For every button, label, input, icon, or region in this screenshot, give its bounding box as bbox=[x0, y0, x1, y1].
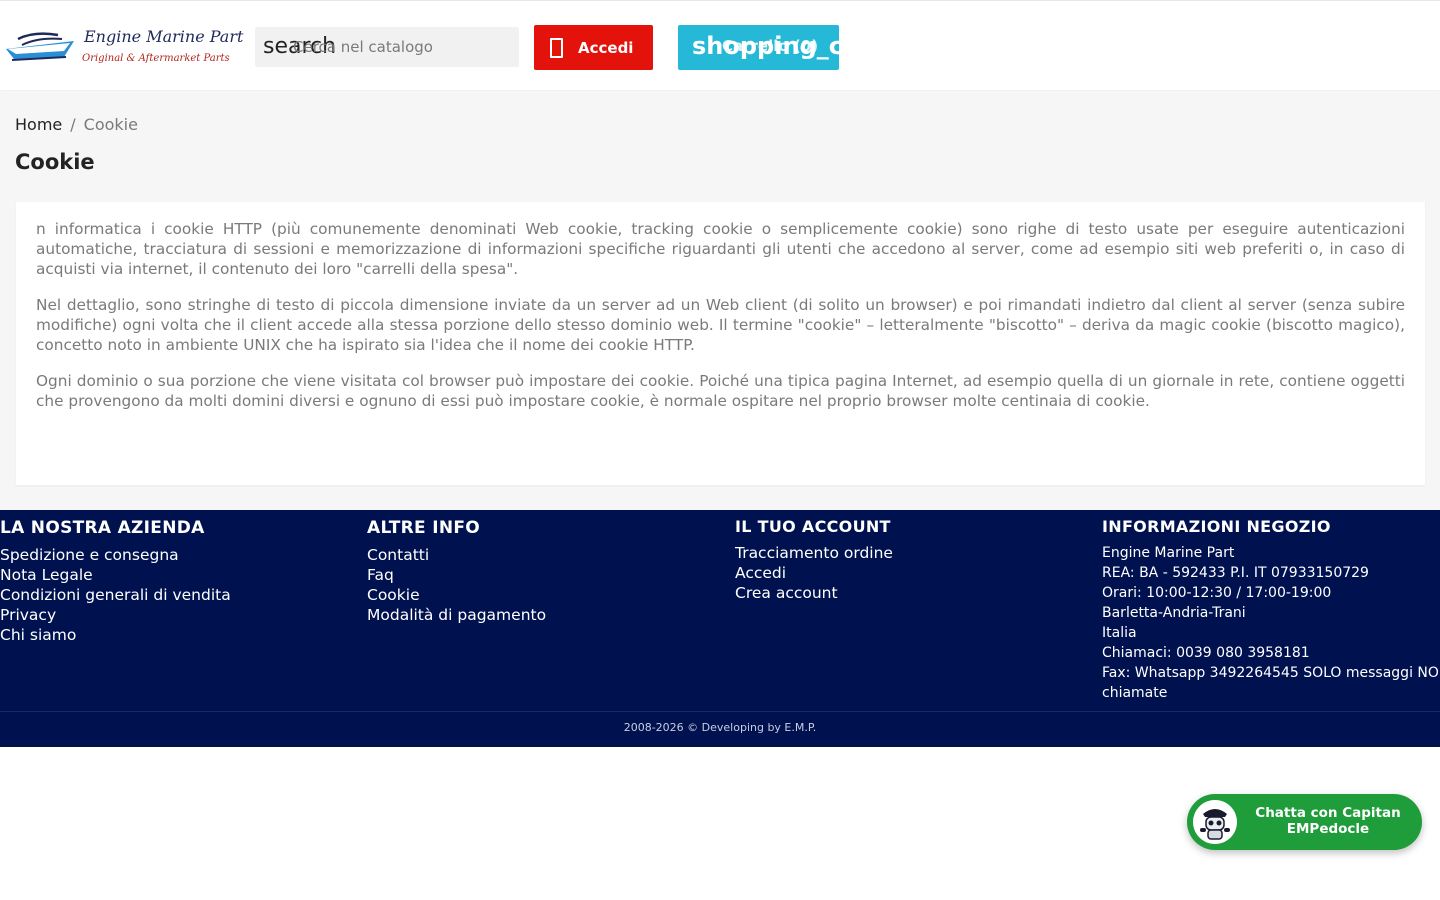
footer-link-create-account[interactable]: Crea account bbox=[735, 583, 893, 603]
content-paragraph: Ogni dominio o sua porzione che viene vi… bbox=[36, 372, 1405, 410]
boat-logo-icon bbox=[6, 32, 74, 61]
footer-column-account: IL TUO ACCOUNT Tracciamento ordine Acced… bbox=[735, 510, 893, 603]
footer-divider bbox=[0, 711, 1440, 712]
store-name: Engine Marine Part bbox=[1102, 545, 1235, 561]
content-paragraph: Nel dettaglio, sono stringhe di testo di… bbox=[36, 296, 1405, 354]
breadcrumb-separator: / bbox=[70, 115, 76, 134]
site-header: Engine Marine Part Original & Aftermarke… bbox=[0, 0, 1440, 90]
cart-button-label: Carrello (0) bbox=[722, 37, 819, 55]
footer-column-store-info: INFORMAZIONI NEGOZIO Engine Marine Part … bbox=[1102, 510, 1440, 703]
footer-link-privacy[interactable]: Privacy bbox=[0, 605, 231, 625]
footer-heading: LA NOSTRA AZIENDA bbox=[0, 518, 205, 538]
chat-widget-button[interactable]: Chatta con Capitan EMPedocle bbox=[1187, 794, 1422, 850]
breadcrumb: Home / Cookie bbox=[15, 115, 138, 134]
footer-heading: IL TUO ACCOUNT bbox=[735, 517, 891, 536]
robot-captain-icon bbox=[1193, 800, 1237, 844]
breadcrumb-current: Cookie bbox=[83, 115, 138, 134]
store-hours: Orari: 10:00-12:30 / 17:00-19:00 bbox=[1102, 585, 1332, 601]
login-button-label: Accedi bbox=[578, 38, 634, 57]
store-country: Italia bbox=[1102, 625, 1137, 641]
logo-title: Engine Marine Part bbox=[84, 27, 244, 46]
store-phone: Chiamaci: 0039 080 3958181 bbox=[1102, 645, 1310, 661]
main-content: Home / Cookie Cookie n informatica i cooki… bbox=[0, 91, 1440, 510]
cart-button[interactable]: shopping_cart Carrello (0) bbox=[678, 25, 839, 70]
footer-link-legal[interactable]: Nota Legale bbox=[0, 565, 231, 585]
site-logo[interactable]: Engine Marine Part Original & Aftermarke… bbox=[4, 23, 244, 69]
page-title: Cookie bbox=[15, 150, 95, 174]
footer-link-about[interactable]: Chi siamo bbox=[0, 625, 231, 645]
login-button[interactable]: Accedi bbox=[534, 25, 653, 70]
copyright: 2008-2026 © Developing by E.M.P. bbox=[623, 721, 817, 734]
store-city: Barletta-Andria-Trani bbox=[1102, 605, 1246, 621]
footer-heading: ALTRE INFO bbox=[367, 518, 481, 538]
breadcrumb-home[interactable]: Home bbox=[15, 115, 62, 134]
footer-link-contact[interactable]: Contatti bbox=[367, 545, 546, 565]
store-fax: Fax: Whatsapp 3492264545 SOLO messaggi N… bbox=[1102, 665, 1439, 701]
search-input[interactable] bbox=[293, 27, 517, 67]
site-footer: LA NOSTRA AZIENDA Spedizione e consegna … bbox=[0, 510, 1440, 747]
footer-link-terms[interactable]: Condizioni generali di vendita bbox=[0, 585, 231, 605]
footer-link-cookie[interactable]: Cookie bbox=[367, 585, 546, 605]
footer-column-more-info: ALTRE INFO Contatti Faq Cookie Modalità … bbox=[367, 510, 546, 625]
store-registration: REA: BA - 592433 P.I. IT 07933150729 bbox=[1102, 565, 1369, 581]
user-icon bbox=[550, 37, 563, 58]
footer-link-login[interactable]: Accedi bbox=[735, 563, 893, 583]
footer-column-company: LA NOSTRA AZIENDA Spedizione e consegna … bbox=[0, 510, 231, 645]
content-paragraph: n informatica i cookie HTTP (più comunem… bbox=[36, 220, 1405, 278]
footer-link-order-tracking[interactable]: Tracciamento ordine bbox=[735, 543, 893, 563]
footer-heading: INFORMAZIONI NEGOZIO bbox=[1102, 517, 1331, 536]
chatbot-avatar bbox=[1193, 800, 1237, 844]
cms-content: n informatica i cookie HTTP (più comunem… bbox=[16, 202, 1425, 485]
footer-link-payment[interactable]: Modalità di pagamento bbox=[367, 605, 546, 625]
footer-link-faq[interactable]: Faq bbox=[367, 565, 546, 585]
search-box: search bbox=[255, 27, 519, 67]
logo-subtitle: Original & Aftermarket Parts bbox=[82, 53, 230, 64]
footer-link-shipping[interactable]: Spedizione e consegna bbox=[0, 545, 231, 565]
chat-widget-label: Chatta con Capitan EMPedocle bbox=[1255, 805, 1401, 837]
